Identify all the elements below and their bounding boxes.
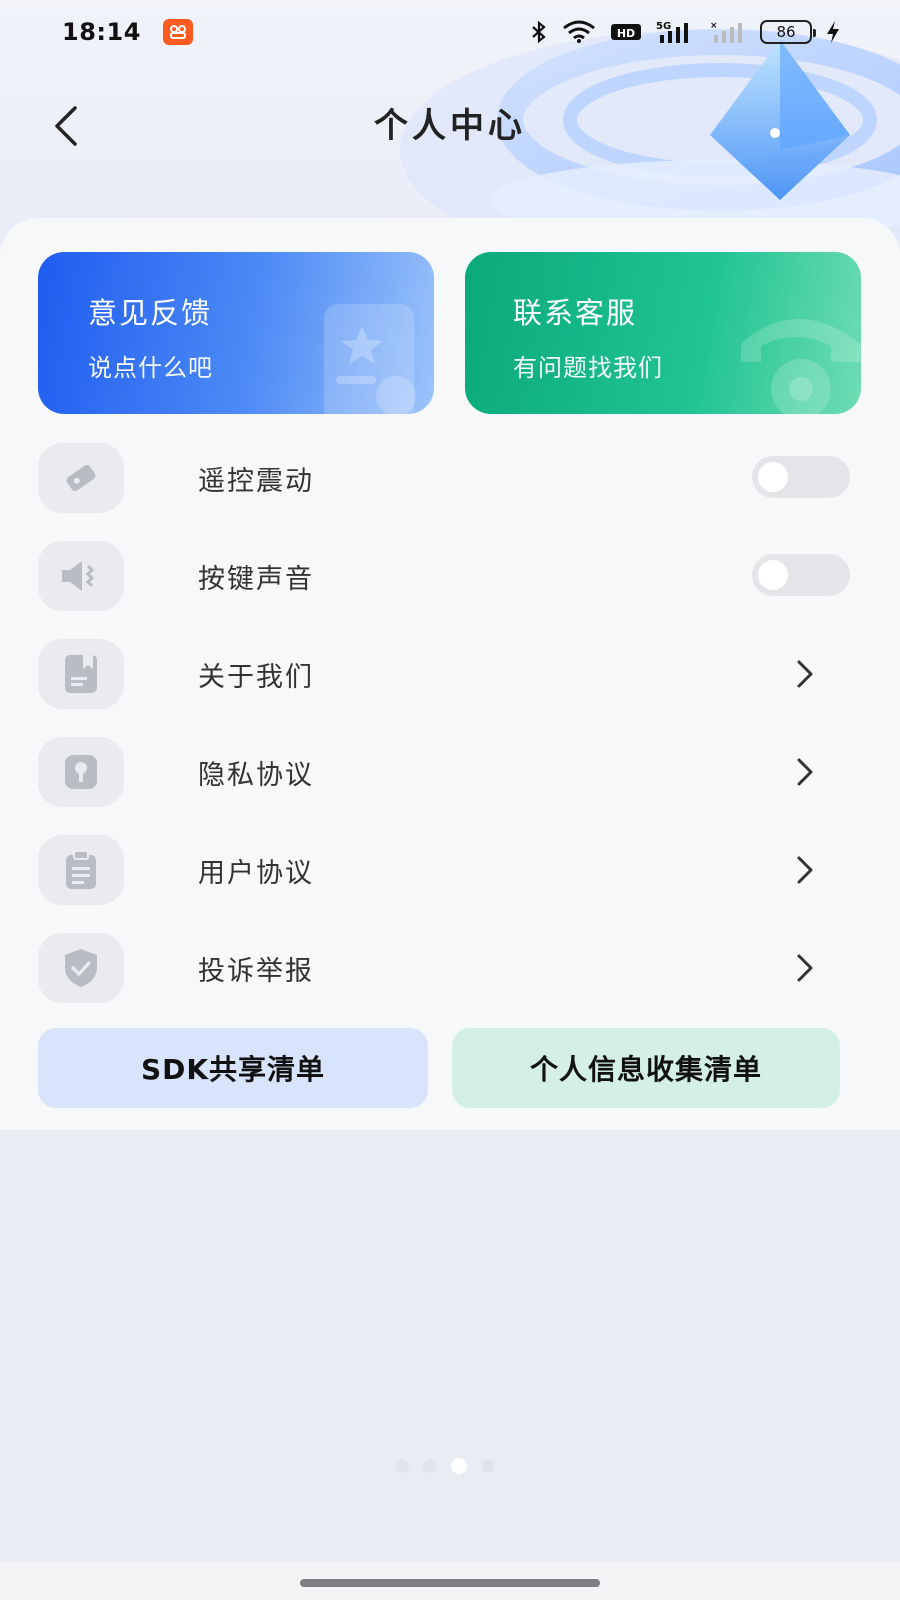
- vibration-icon: [38, 443, 124, 513]
- setting-label: 按键声音: [198, 563, 314, 595]
- status-bar: 18:14 HD 5G × 86: [0, 0, 900, 64]
- setting-row-remote-vibration[interactable]: 遥控震动: [38, 442, 858, 514]
- feedback-card[interactable]: 意见反馈 说点什么吧: [38, 252, 434, 414]
- app-notification-icon: [162, 19, 193, 45]
- setting-row-key-sound[interactable]: 按键声音: [38, 540, 858, 612]
- setting-label: 投诉举报: [198, 955, 314, 987]
- wifi-icon: [562, 20, 596, 44]
- setting-label: 关于我们: [198, 661, 314, 693]
- svg-text:HD: HD: [617, 27, 635, 40]
- setting-row-about-us[interactable]: 关于我们: [38, 638, 858, 710]
- setting-row-privacy-policy[interactable]: 隐私协议: [38, 736, 858, 808]
- remote-vibration-toggle[interactable]: [752, 456, 850, 498]
- setting-label: 用户协议: [198, 857, 314, 889]
- feedback-decoration-icon: [324, 304, 416, 414]
- svg-text:5G: 5G: [656, 21, 671, 32]
- page-dot: [481, 1459, 495, 1473]
- page-dot: [395, 1459, 409, 1473]
- page-title: 个人中心: [374, 106, 526, 146]
- feedback-subtitle: 说点什么吧: [88, 354, 213, 382]
- clipboard-icon: [38, 835, 124, 905]
- setting-label: 隐私协议: [198, 759, 314, 791]
- home-indicator[interactable]: [300, 1579, 600, 1587]
- customer-service-subtitle: 有问题找我们: [513, 354, 663, 382]
- setting-row-complaint-report[interactable]: 投诉举报: [38, 932, 858, 1004]
- charging-icon: [826, 20, 840, 44]
- toggle-knob: [758, 560, 788, 590]
- toggle-knob: [758, 462, 788, 492]
- chevron-right-icon[interactable]: [794, 658, 816, 690]
- status-time: 18:14: [62, 18, 141, 46]
- battery-indicator: 86: [760, 20, 816, 44]
- bluetooth-icon: [530, 20, 548, 44]
- chevron-right-icon[interactable]: [794, 952, 816, 984]
- bookmark-doc-icon: [38, 639, 124, 709]
- battery-percent: 86: [776, 23, 796, 41]
- shield-check-icon: [38, 933, 124, 1003]
- setting-label: 遥控震动: [198, 465, 314, 497]
- lock-key-icon: [38, 737, 124, 807]
- phone-decoration-icon: [741, 319, 861, 414]
- 5g-signal-icon: 5G: [656, 19, 696, 45]
- page-indicator: [395, 1458, 495, 1474]
- page-dot-active: [451, 1458, 467, 1474]
- setting-row-user-agreement[interactable]: 用户协议: [38, 834, 858, 906]
- key-sound-toggle[interactable]: [752, 554, 850, 596]
- chevron-right-icon[interactable]: [794, 756, 816, 788]
- hd-icon: HD: [610, 22, 642, 42]
- page-dot: [423, 1459, 437, 1473]
- speaker-icon: [38, 541, 124, 611]
- signal-icon: ×: [710, 19, 746, 45]
- feedback-title: 意见反馈: [88, 296, 213, 330]
- customer-service-title: 联系客服: [513, 296, 638, 330]
- sdk-share-list-button[interactable]: SDK共享清单: [38, 1028, 428, 1108]
- svg-text:×: ×: [710, 21, 718, 31]
- chevron-right-icon[interactable]: [794, 854, 816, 886]
- customer-service-card[interactable]: 联系客服 有问题找我们: [465, 252, 861, 414]
- personal-info-list-button[interactable]: 个人信息收集清单: [452, 1028, 840, 1108]
